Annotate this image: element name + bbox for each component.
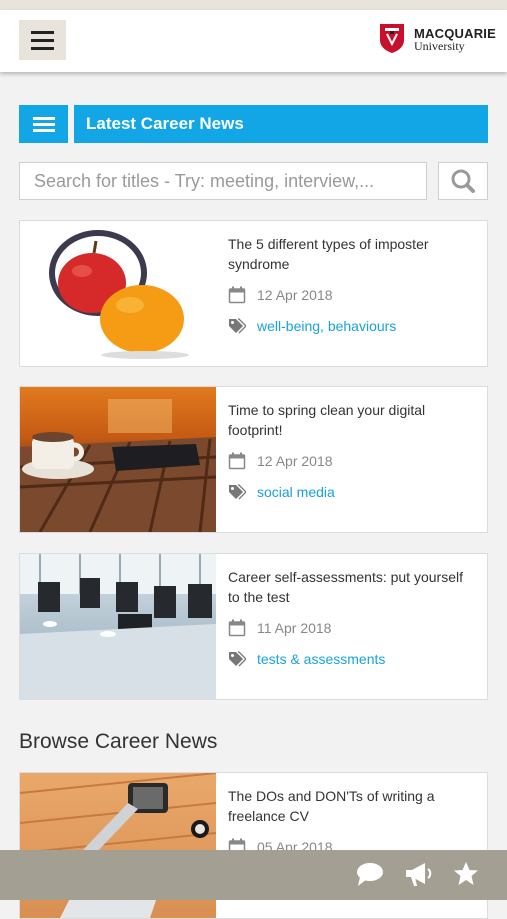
news-tags[interactable]: tests & assessments [257,650,385,668]
news-card[interactable]: Time to spring clean your digital footpr… [19,386,488,533]
main-menu-button[interactable] [19,20,66,60]
logo-subtitle: University [414,39,465,53]
news-thumbnail [20,221,216,366]
tag-icon [229,484,246,500]
news-card[interactable]: The 5 different types of imposter syndro… [19,220,488,367]
calendar-icon [228,286,246,304]
tag-icon [229,318,246,334]
news-title[interactable]: Time to spring clean your digital footpr… [228,400,478,440]
news-card[interactable]: Career self-assessments: put yourself to… [19,553,488,700]
news-date: 12 Apr 2018 [257,453,333,469]
news-title[interactable]: Career self-assessments: put yourself to… [228,567,478,607]
university-logo[interactable]: MACQUARIE University [378,22,498,56]
search-button[interactable] [438,162,488,200]
section-menu-button[interactable] [19,105,68,143]
news-thumbnail [20,387,216,532]
news-title[interactable]: The 5 different types of imposter syndro… [228,234,478,274]
app-header: MACQUARIE University [0,10,507,72]
calendar-icon [228,619,246,637]
news-tags[interactable]: well-being, behaviours [257,317,396,335]
section-title: Latest Career News [74,105,488,143]
search-icon [451,169,475,193]
news-title[interactable]: The DOs and DON'Ts of writing a freelanc… [228,786,478,826]
megaphone-icon[interactable] [403,860,433,888]
bottom-toolbar [0,850,507,900]
news-thumbnail [20,554,216,699]
browse-heading: Browse Career News [19,730,218,753]
news-date: 11 Apr 2018 [257,620,332,636]
calendar-icon [228,452,246,470]
status-strip [0,0,507,10]
news-date: 12 Apr 2018 [257,287,333,303]
star-icon[interactable] [451,860,481,888]
tag-icon [229,651,246,667]
chat-icon[interactable] [355,860,385,888]
crest-icon [380,24,404,53]
section-header: Latest Career News [19,105,488,143]
search-input[interactable] [19,162,427,200]
news-tags[interactable]: social media [257,483,335,501]
